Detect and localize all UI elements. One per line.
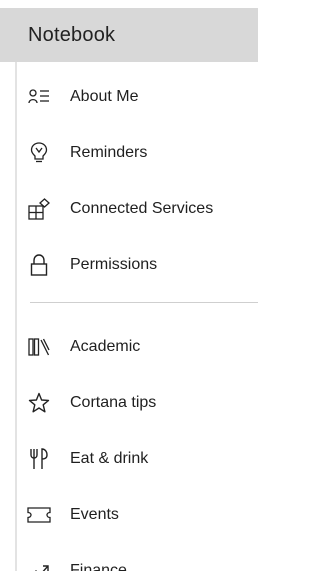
menu-item-permissions[interactable]: Permissions	[0, 244, 258, 286]
menu-item-label: Finance	[70, 562, 127, 571]
menu-item-label: Cortana tips	[70, 394, 157, 411]
fork-knife-icon	[27, 447, 51, 471]
page-title: Notebook	[28, 23, 116, 46]
person-list-icon	[27, 85, 51, 109]
menu-item-eat-and-drink[interactable]: Eat & drink	[0, 438, 258, 480]
menu-item-label: Events	[70, 506, 119, 523]
lightbulb-icon	[27, 141, 51, 165]
notebook-header: Notebook	[0, 8, 258, 62]
menu-item-label: Permissions	[70, 256, 158, 273]
menu-item-connected-services[interactable]: Connected Services	[0, 188, 258, 230]
menu-item-label: Eat & drink	[70, 450, 149, 467]
menu-item-events[interactable]: Events	[0, 494, 258, 536]
books-icon	[27, 335, 51, 359]
menu-item-cortana-tips[interactable]: Cortana tips	[0, 382, 258, 424]
star-icon	[27, 391, 51, 415]
menu-item-academic[interactable]: Academic	[0, 326, 258, 368]
menu-item-label: Connected Services	[70, 200, 214, 217]
notebook-panel: Notebook About Me Reminders Connected Se…	[0, 0, 260, 571]
menu-item-reminders[interactable]: Reminders	[0, 132, 258, 174]
menu-item-label: Reminders	[70, 144, 148, 161]
menu-divider	[30, 302, 258, 303]
trending-chart-icon	[27, 559, 51, 571]
menu-item-label: About Me	[70, 88, 139, 105]
connected-services-icon	[27, 197, 51, 221]
menu-item-label: Academic	[70, 338, 141, 355]
menu-item-about-me[interactable]: About Me	[0, 76, 258, 118]
menu-item-finance[interactable]: Finance	[0, 550, 258, 571]
ticket-icon	[27, 503, 51, 527]
lock-icon	[27, 253, 51, 277]
